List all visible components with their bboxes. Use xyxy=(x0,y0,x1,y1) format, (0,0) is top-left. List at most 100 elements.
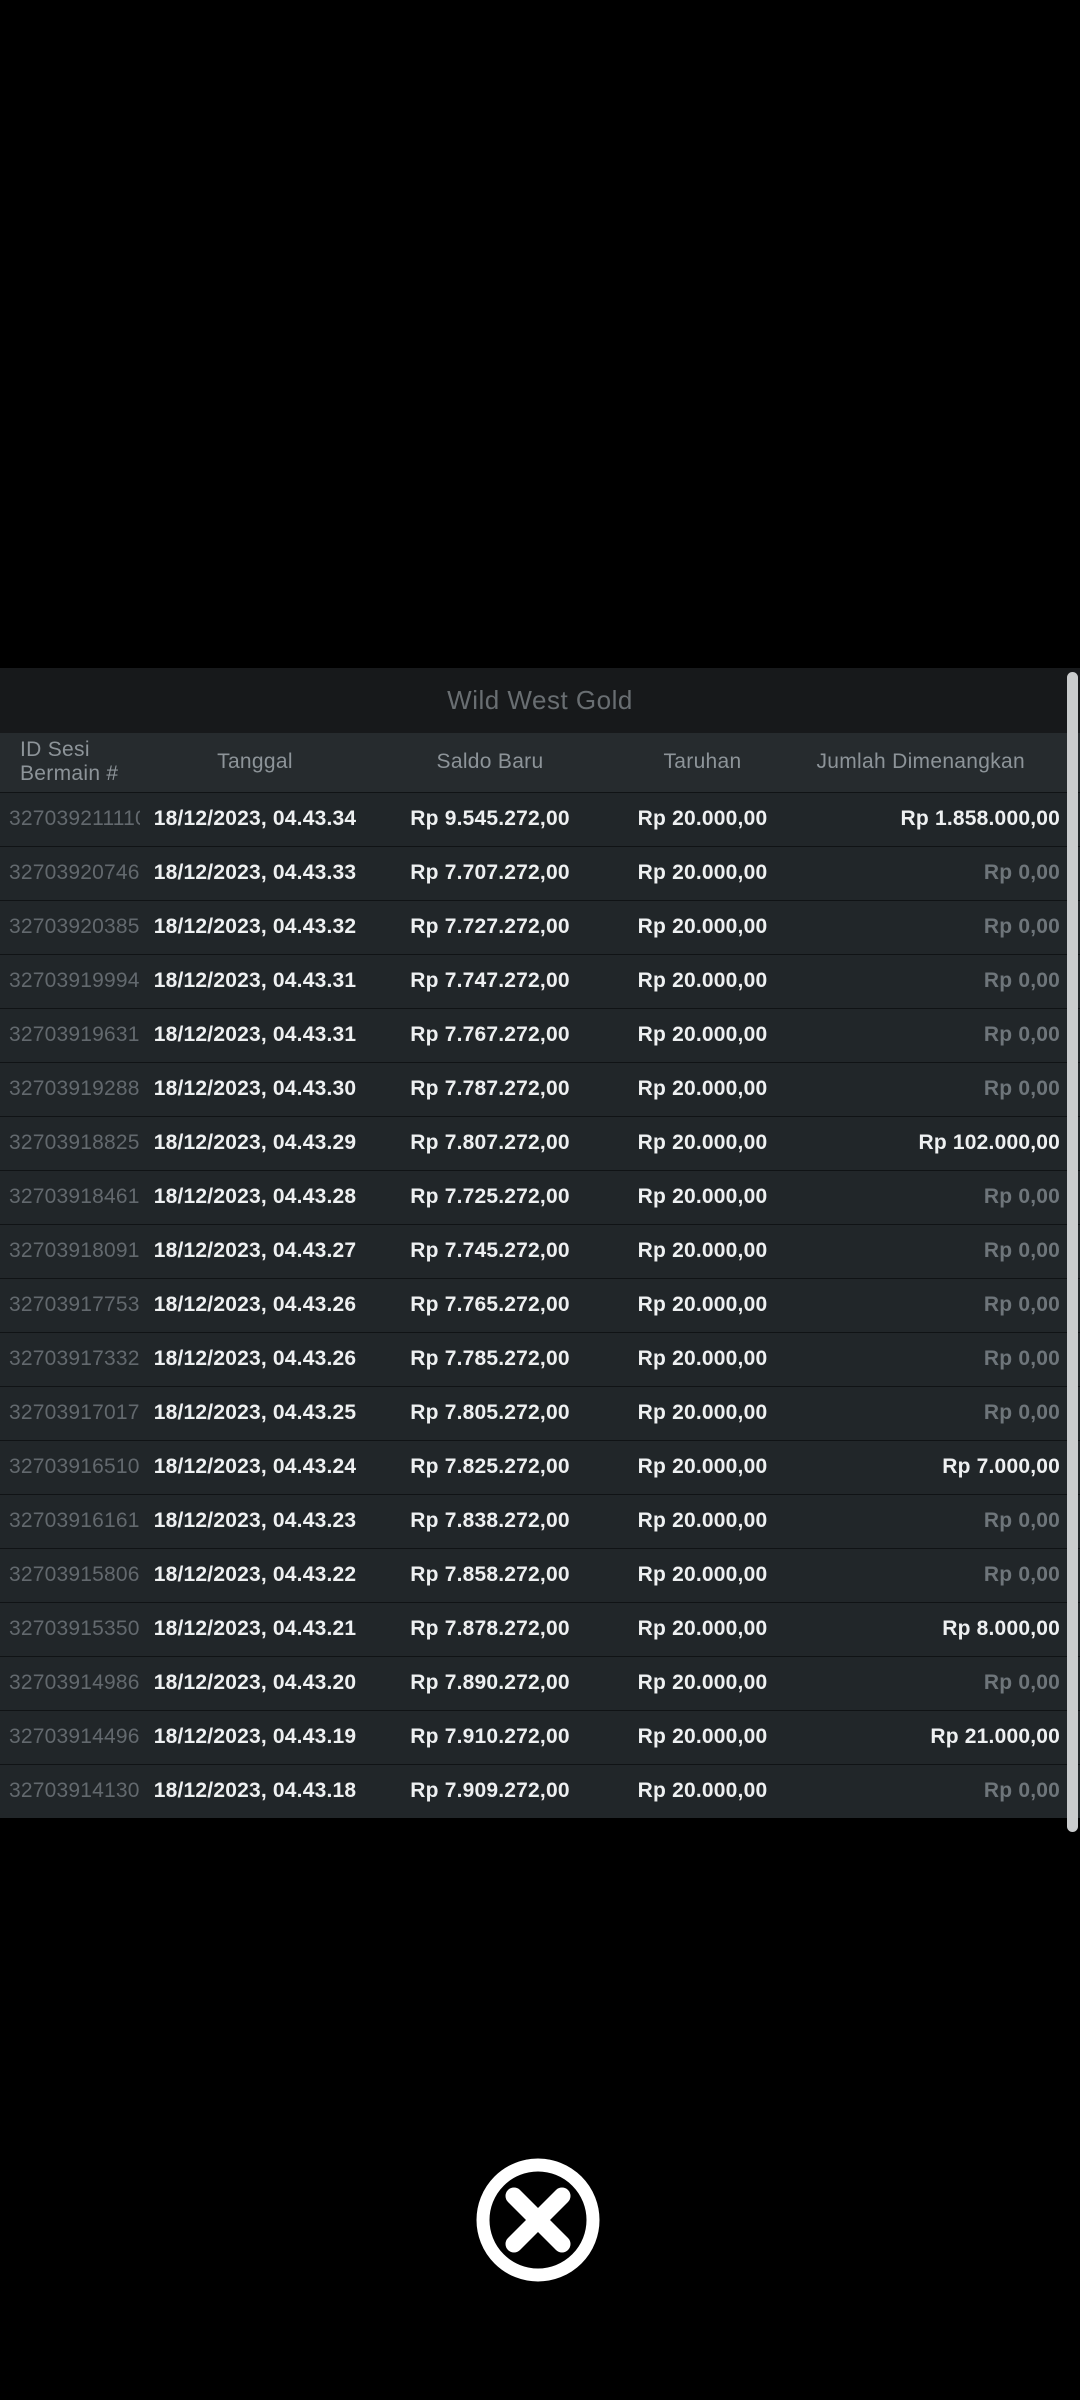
session-id-cell: 32703917332029 xyxy=(0,1331,140,1386)
screen: Wild West Gold ID Sesi Bermain # Tanggal… xyxy=(0,0,1080,2400)
bet-cell: Rp 20.000,00 xyxy=(610,1655,795,1710)
win-amount-cell: Rp 21.000,00 xyxy=(795,1709,1080,1764)
bet-cell: Rp 20.000,00 xyxy=(610,1493,795,1548)
table-row: 32703919994029 18/12/2023, 04.43.31 Rp 7… xyxy=(0,953,1080,1008)
table-row: 32703916510029 18/12/2023, 04.43.24 Rp 7… xyxy=(0,1439,1080,1494)
date-cell: 18/12/2023, 04.43.31 xyxy=(140,1007,370,1062)
modal-title-bar: Wild West Gold xyxy=(0,668,1080,733)
new-balance-cell: Rp 7.787.272,00 xyxy=(370,1061,610,1116)
date-cell: 18/12/2023, 04.43.31 xyxy=(140,953,370,1008)
new-balance-cell: Rp 7.825.272,00 xyxy=(370,1439,610,1494)
bet-cell: Rp 20.000,00 xyxy=(610,845,795,900)
bet-cell: Rp 20.000,00 xyxy=(610,1115,795,1170)
game-history-modal: Wild West Gold ID Sesi Bermain # Tanggal… xyxy=(0,668,1080,1832)
date-cell: 18/12/2023, 04.43.29 xyxy=(140,1115,370,1170)
session-id-cell: 32703914130029 xyxy=(0,1763,140,1818)
table-row: 32703914496029 18/12/2023, 04.43.19 Rp 7… xyxy=(0,1709,1080,1764)
table-row: 32703919288029 18/12/2023, 04.43.30 Rp 7… xyxy=(0,1061,1080,1116)
table-row: 32703917017029 18/12/2023, 04.43.25 Rp 7… xyxy=(0,1385,1080,1440)
table-header: ID Sesi Bermain # Tanggal Saldo Baru Tar… xyxy=(0,733,1080,792)
table-row: 32703920746029 18/12/2023, 04.43.33 Rp 7… xyxy=(0,845,1080,900)
session-id-cell: 32703919288029 xyxy=(0,1061,140,1116)
date-cell: 18/12/2023, 04.43.30 xyxy=(140,1061,370,1116)
win-amount-cell: Rp 0,00 xyxy=(795,1169,1080,1224)
date-cell: 18/12/2023, 04.43.21 xyxy=(140,1601,370,1656)
session-id-cell: 32703917753029 xyxy=(0,1277,140,1332)
bet-cell: Rp 20.000,00 xyxy=(610,953,795,1008)
new-balance-cell: Rp 7.767.272,00 xyxy=(370,1007,610,1062)
new-balance-cell: Rp 7.878.272,00 xyxy=(370,1601,610,1656)
session-id-cell: 32703918825029 xyxy=(0,1115,140,1170)
win-amount-cell: Rp 0,00 xyxy=(795,1763,1080,1818)
date-cell: 18/12/2023, 04.43.19 xyxy=(140,1709,370,1764)
win-amount-cell: Rp 0,00 xyxy=(795,1007,1080,1062)
new-balance-cell: Rp 7.805.272,00 xyxy=(370,1385,610,1440)
table-row: 32703915350029 18/12/2023, 04.43.21 Rp 7… xyxy=(0,1601,1080,1656)
table-row: 32703920385029 18/12/2023, 04.43.32 Rp 7… xyxy=(0,899,1080,954)
win-amount-cell: Rp 0,00 xyxy=(795,1061,1080,1116)
scrollbar-thumb[interactable] xyxy=(1067,672,1078,1832)
bet-cell: Rp 20.000,00 xyxy=(610,1169,795,1224)
session-history-table: ID Sesi Bermain # Tanggal Saldo Baru Tar… xyxy=(0,733,1080,1818)
session-id-cell: 32703916510029 xyxy=(0,1439,140,1494)
game-title: Wild West Gold xyxy=(447,685,633,715)
new-balance-cell: Rp 7.727.272,00 xyxy=(370,899,610,954)
win-amount-cell: Rp 8.000,00 xyxy=(795,1601,1080,1656)
table-row: 32703917753029 18/12/2023, 04.43.26 Rp 7… xyxy=(0,1277,1080,1332)
new-balance-cell: Rp 7.765.272,00 xyxy=(370,1277,610,1332)
date-cell: 18/12/2023, 04.43.24 xyxy=(140,1439,370,1494)
session-id-cell: 32703915806029 xyxy=(0,1547,140,1602)
column-header-session-id: ID Sesi Bermain # xyxy=(0,733,140,792)
bet-cell: Rp 20.000,00 xyxy=(610,899,795,954)
date-cell: 18/12/2023, 04.43.33 xyxy=(140,845,370,900)
win-amount-cell: Rp 0,00 xyxy=(795,1223,1080,1278)
new-balance-cell: Rp 7.890.272,00 xyxy=(370,1655,610,1710)
win-amount-cell: Rp 0,00 xyxy=(795,845,1080,900)
date-cell: 18/12/2023, 04.43.25 xyxy=(140,1385,370,1440)
session-id-cell: 32703920746029 xyxy=(0,845,140,900)
bet-cell: Rp 20.000,00 xyxy=(610,1547,795,1602)
session-id-cell: 32703919994029 xyxy=(0,953,140,1008)
close-button[interactable] xyxy=(476,2158,600,2282)
new-balance-cell: Rp 7.725.272,00 xyxy=(370,1169,610,1224)
win-amount-cell: Rp 0,00 xyxy=(795,1331,1080,1386)
new-balance-cell: Rp 7.785.272,00 xyxy=(370,1331,610,1386)
date-cell: 18/12/2023, 04.43.34 xyxy=(140,791,370,846)
table-row: 32703914986029 18/12/2023, 04.43.20 Rp 7… xyxy=(0,1655,1080,1710)
session-id-cell: 32703914496029 xyxy=(0,1709,140,1764)
win-amount-cell: Rp 0,00 xyxy=(795,1655,1080,1710)
table-row: 32703918825029 18/12/2023, 04.43.29 Rp 7… xyxy=(0,1115,1080,1170)
session-id-cell: 32703917017029 xyxy=(0,1385,140,1440)
bet-cell: Rp 20.000,00 xyxy=(610,1601,795,1656)
bet-cell: Rp 20.000,00 xyxy=(610,1277,795,1332)
date-cell: 18/12/2023, 04.43.32 xyxy=(140,899,370,954)
session-table-body: 32703921111029 18/12/2023, 04.43.34 Rp 9… xyxy=(0,791,1080,1818)
table-row: 32703915806029 18/12/2023, 04.43.22 Rp 7… xyxy=(0,1547,1080,1602)
table-row: 32703917332029 18/12/2023, 04.43.26 Rp 7… xyxy=(0,1331,1080,1386)
session-id-cell: 32703914986029 xyxy=(0,1655,140,1710)
date-cell: 18/12/2023, 04.43.23 xyxy=(140,1493,370,1548)
new-balance-cell: Rp 7.909.272,00 xyxy=(370,1763,610,1818)
win-amount-cell: Rp 0,00 xyxy=(795,1385,1080,1440)
table-row: 32703918461029 18/12/2023, 04.43.28 Rp 7… xyxy=(0,1169,1080,1224)
table-header-row: ID Sesi Bermain # Tanggal Saldo Baru Tar… xyxy=(0,733,1080,792)
date-cell: 18/12/2023, 04.43.28 xyxy=(140,1169,370,1224)
table-row: 32703919631029 18/12/2023, 04.43.31 Rp 7… xyxy=(0,1007,1080,1062)
column-header-bet: Taruhan xyxy=(610,733,795,792)
session-id-cell: 32703918461029 xyxy=(0,1169,140,1224)
win-amount-cell: Rp 0,00 xyxy=(795,899,1080,954)
win-amount-cell: Rp 0,00 xyxy=(795,953,1080,1008)
new-balance-cell: Rp 7.807.272,00 xyxy=(370,1115,610,1170)
win-amount-cell: Rp 0,00 xyxy=(795,1493,1080,1548)
bet-cell: Rp 20.000,00 xyxy=(610,791,795,846)
bet-cell: Rp 20.000,00 xyxy=(610,1061,795,1116)
win-amount-cell: Rp 7.000,00 xyxy=(795,1439,1080,1494)
date-cell: 18/12/2023, 04.43.26 xyxy=(140,1277,370,1332)
win-amount-cell: Rp 1.858.000,00 xyxy=(795,791,1080,846)
date-cell: 18/12/2023, 04.43.20 xyxy=(140,1655,370,1710)
date-cell: 18/12/2023, 04.43.22 xyxy=(140,1547,370,1602)
table-row: 32703921111029 18/12/2023, 04.43.34 Rp 9… xyxy=(0,791,1080,846)
win-amount-cell: Rp 0,00 xyxy=(795,1547,1080,1602)
column-header-new-balance: Saldo Baru xyxy=(370,733,610,792)
date-cell: 18/12/2023, 04.43.18 xyxy=(140,1763,370,1818)
